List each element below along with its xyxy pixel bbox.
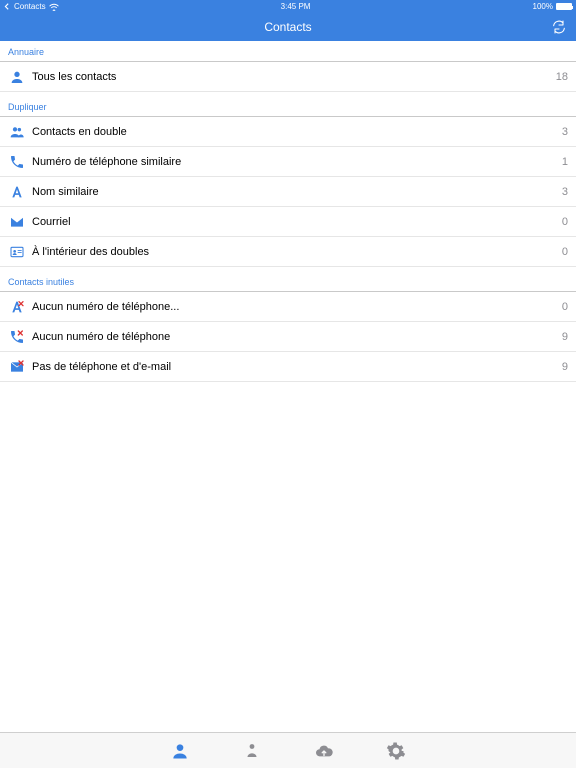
section-header-label: Contacts inutiles: [8, 277, 74, 287]
row-label: Numéro de téléphone similaire: [32, 156, 562, 168]
row-count: 3: [562, 186, 568, 198]
tab-favorites[interactable]: [240, 739, 264, 763]
list-row[interactable]: Tous les contacts18: [0, 62, 576, 92]
sync-icon: [551, 19, 567, 35]
list-row[interactable]: Nom similaire3: [0, 177, 576, 207]
sync-button[interactable]: [550, 18, 568, 36]
person-star-icon: [243, 741, 261, 761]
back-app-label[interactable]: Contacts: [14, 2, 46, 11]
card-icon: [8, 243, 26, 261]
wifi-icon: [49, 3, 59, 11]
tab-contacts[interactable]: [168, 739, 192, 763]
section-header-label: Dupliquer: [8, 102, 47, 112]
row-label: Aucun numéro de téléphone...: [32, 301, 562, 313]
row-label: Aucun numéro de téléphone: [32, 331, 562, 343]
row-label: Tous les contacts: [32, 71, 556, 83]
phone-icon: [8, 153, 26, 171]
phone-x-icon: [8, 328, 26, 346]
battery-pct: 100%: [533, 2, 553, 11]
list-row[interactable]: Aucun numéro de téléphone...0: [0, 292, 576, 322]
list-row[interactable]: À l'intérieur des doubles0: [0, 237, 576, 267]
content: Annuaire Tous les contacts18 Dupliquer Cont…: [0, 41, 576, 382]
status-time: 3:45 PM: [281, 2, 311, 11]
section-header: Contacts inutiles: [0, 267, 576, 292]
list-row[interactable]: Numéro de téléphone similaire1: [0, 147, 576, 177]
letter-a-x-icon: [8, 298, 26, 316]
tab-bar: [0, 732, 576, 768]
row-count: 0: [562, 246, 568, 258]
row-label: Nom similaire: [32, 186, 562, 198]
status-bar: Contacts 3:45 PM 100%: [0, 0, 576, 13]
list-row[interactable]: Pas de téléphone et d'e-mail9: [0, 352, 576, 382]
row-label: Contacts en double: [32, 126, 562, 138]
person-icon: [170, 741, 190, 761]
person-icon: [8, 68, 26, 86]
section-header: Annuaire: [0, 41, 576, 62]
status-left: Contacts: [4, 2, 59, 11]
row-count: 9: [562, 361, 568, 373]
section-header-label: Annuaire: [8, 47, 44, 57]
list-row[interactable]: Contacts en double3: [0, 117, 576, 147]
row-label: Courriel: [32, 216, 562, 228]
tab-settings[interactable]: [384, 739, 408, 763]
row-count: 0: [562, 216, 568, 228]
row-label: Pas de téléphone et d'e-mail: [32, 361, 562, 373]
list-row[interactable]: Courriel0: [0, 207, 576, 237]
row-count: 18: [556, 71, 568, 83]
list-row[interactable]: Aucun numéro de téléphone9: [0, 322, 576, 352]
cloud-icon: [313, 743, 335, 759]
people-icon: [8, 123, 26, 141]
status-right: 100%: [533, 2, 572, 11]
row-count: 3: [562, 126, 568, 138]
page-title: Contacts: [264, 20, 311, 34]
row-count: 9: [562, 331, 568, 343]
envelope-icon: [8, 213, 26, 231]
row-label: À l'intérieur des doubles: [32, 246, 562, 258]
nav-bar: Contacts: [0, 13, 576, 41]
row-count: 1: [562, 156, 568, 168]
gear-icon: [386, 741, 406, 761]
tab-cloud[interactable]: [312, 739, 336, 763]
battery-icon: [556, 3, 572, 10]
section-header: Dupliquer: [0, 92, 576, 117]
letter-a-icon: [8, 183, 26, 201]
envelope-x-icon: [8, 358, 26, 376]
back-chevron-icon: [4, 3, 11, 10]
row-count: 0: [562, 301, 568, 313]
